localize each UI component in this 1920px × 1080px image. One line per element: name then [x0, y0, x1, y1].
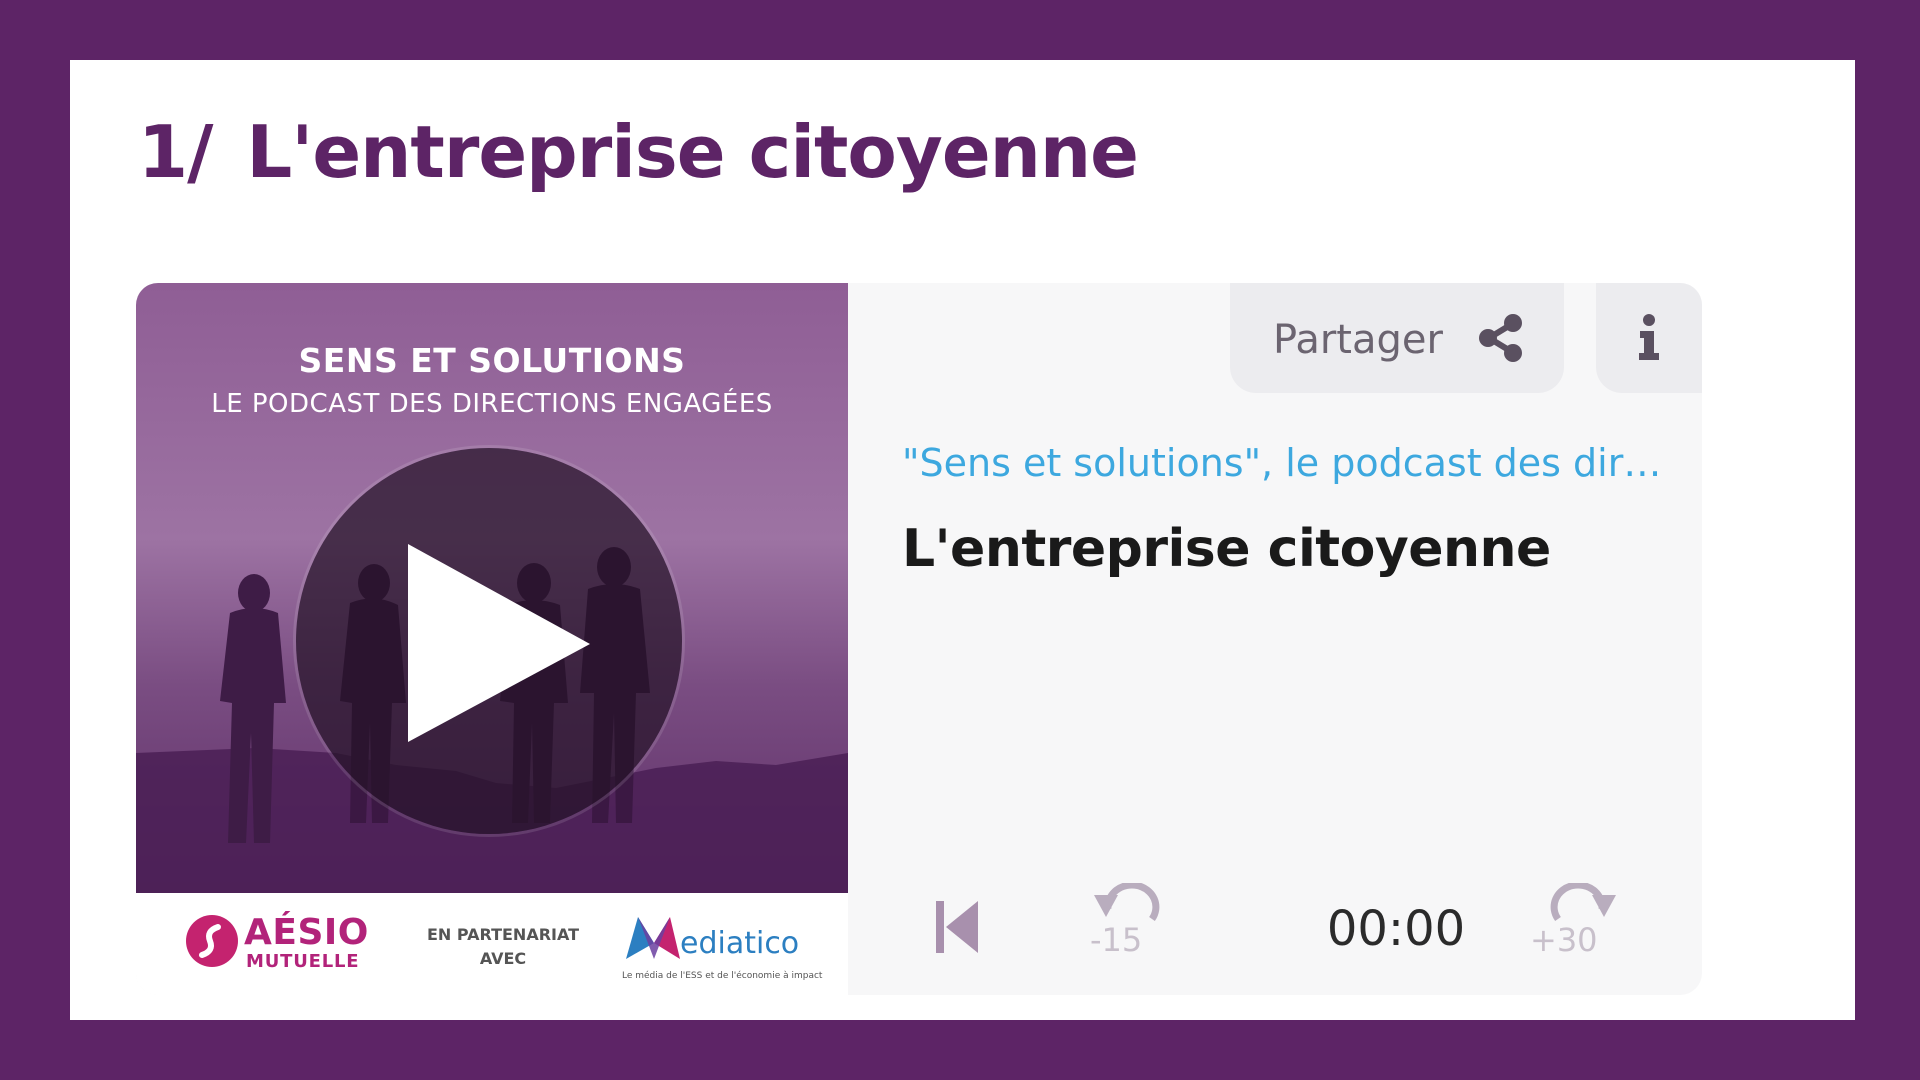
forward-30-button[interactable]: +30 [1530, 883, 1620, 963]
share-icon [1479, 314, 1522, 362]
skip-previous-button[interactable] [932, 897, 986, 957]
content-card: 1/L'entreprise citoyenne SENS ET SOLUTIO… [70, 60, 1855, 1020]
series-title-link[interactable]: "Sens et solutions", le podcast des dir… [902, 441, 1662, 485]
play-button[interactable] [296, 448, 682, 834]
partnership-line-2: AVEC [479, 949, 527, 968]
info-icon [1639, 314, 1659, 360]
section-number: 1/ [138, 110, 213, 194]
forward-label: +30 [1530, 921, 1598, 959]
aesio-logo-text: AÉSIO [244, 912, 369, 953]
podcast-cover: SENS ET SOLUTIONS LE PODCAST DES DIRECTI… [136, 283, 848, 995]
partner-logo-bar: AÉSIO MUTUELLE EN PARTENARIAT AVEC ediat… [136, 893, 848, 995]
time-display: 00:00 [1326, 901, 1466, 957]
play-icon [408, 544, 590, 742]
section-title: L'entreprise citoyenne [246, 110, 1139, 194]
mediatico-logo-text: ediatico [680, 926, 800, 961]
cover-title: SENS ET SOLUTIONS [298, 341, 686, 380]
share-button-label: Partager [1273, 317, 1443, 363]
partnership-line-1: EN PARTENARIAT [426, 925, 580, 944]
info-button[interactable] [1596, 283, 1702, 393]
mediatico-tagline: Le média de l'ESS et de l'économie à imp… [622, 971, 823, 981]
share-button[interactable]: Partager [1230, 283, 1564, 393]
podcast-player: SENS ET SOLUTIONS LE PODCAST DES DIRECTI… [136, 283, 1702, 995]
episode-title: L'entreprise citoyenne [902, 519, 1551, 579]
cover-artwork: SENS ET SOLUTIONS LE PODCAST DES DIRECTI… [136, 283, 848, 893]
mediatico-logo-icon [626, 917, 680, 959]
partnership-label: EN PARTENARIAT AVEC [418, 923, 588, 971]
rewind-15-button[interactable]: -15 [1090, 883, 1170, 963]
cover-subtitle: LE PODCAST DES DIRECTIONS ENGAGÉES [211, 389, 773, 419]
aesio-logo-subtext: MUTUELLE [246, 951, 360, 972]
rewind-label: -15 [1090, 921, 1143, 959]
aesio-logo-icon [186, 915, 238, 967]
skip-previous-icon [936, 901, 978, 953]
section-heading: 1/L'entreprise citoyenne [138, 110, 1139, 194]
